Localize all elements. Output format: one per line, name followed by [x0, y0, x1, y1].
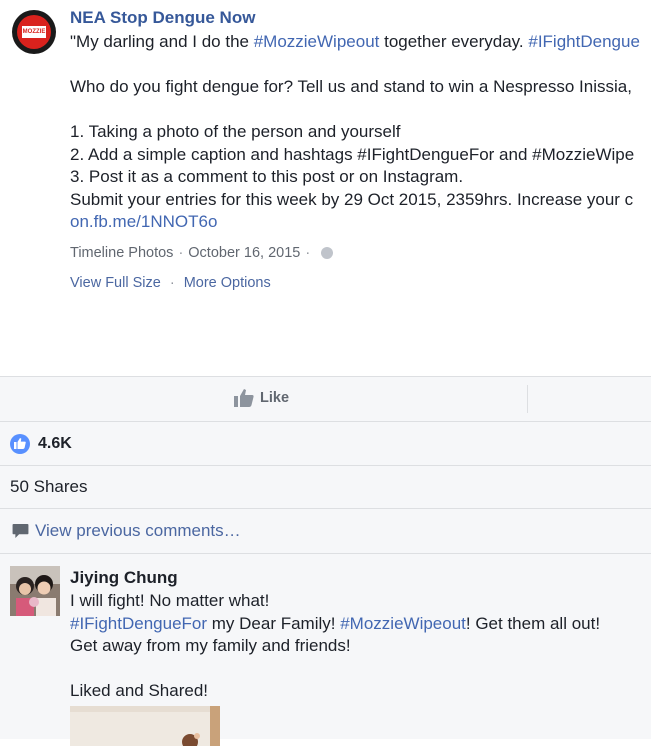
like-count: 4.6K [38, 434, 72, 452]
hashtag-ifightdenguefor[interactable]: #IFightDengueFor [70, 614, 207, 633]
post-short-link[interactable]: on.fb.me/1NNOT6o [70, 211, 651, 234]
globe-icon [321, 247, 334, 259]
post-text-segment: together everyday. [379, 32, 529, 51]
reactions-row[interactable]: 4.6K [0, 422, 651, 466]
timeline-photos-link[interactable]: Timeline Photos [70, 245, 173, 261]
view-full-size-link[interactable]: View Full Size [70, 275, 161, 291]
thumbs-up-icon [234, 389, 254, 407]
post-line-4: 2. Add a simple caption and hashtags #IF… [70, 144, 635, 164]
post-blank-line [70, 99, 651, 122]
view-previous-comments-label: View previous comments… [35, 521, 241, 540]
hashtag-ifightdengue[interactable]: #IFightDengue [528, 32, 640, 51]
comment-line-1: I will fight! No matter what! [70, 591, 270, 610]
hashtag-mozziewipeout[interactable]: #MozzieWipeout [254, 32, 380, 51]
like-button-label: Like [260, 390, 290, 406]
comment-text-segment: my Dear Family! [207, 613, 341, 633]
comment-bubble-icon [12, 524, 29, 538]
feedback-panel: Like 4.6K 50 Shares View previous commen… [0, 376, 651, 746]
comment-text: I will fight! No matter what! #IFightDen… [70, 590, 600, 703]
comment-line-3: Get away from my family and friends! [70, 636, 351, 655]
hashtag-mozziewipeout[interactable]: #MozzieWipeout [340, 614, 466, 633]
page-avatar[interactable]: MOZZIE [12, 10, 56, 54]
action-bar: Like [0, 377, 651, 422]
comment-author-link[interactable]: Jiying Chung [70, 568, 178, 588]
comment-item: Jiying Chung I will fight! No matter wha… [0, 554, 651, 746]
comment-photo[interactable] [70, 706, 220, 746]
like-reaction-icon [10, 433, 30, 454]
comment-blank-line [70, 658, 600, 681]
shares-row[interactable]: 50 Shares [0, 466, 651, 509]
post-line-2: Who do you fight dengue for? Tell us and… [70, 77, 632, 96]
shares-count: 50 Shares [10, 477, 88, 496]
photo-options: View Full Size · More Options [70, 275, 271, 291]
post-text-segment: "My darling and I do the [70, 32, 254, 51]
meta-separator: · [305, 245, 311, 261]
post-line-6: Submit your entries for this week by 29 … [70, 189, 634, 209]
commenter-avatar[interactable] [10, 566, 60, 616]
meta-separator: · [178, 245, 184, 261]
comment-text-segment: ! Get them all out! [465, 613, 601, 633]
avatar-logo-text: MOZZIE [22, 26, 46, 38]
post: MOZZIE NEA Stop Dengue Now "My darling a… [0, 0, 651, 376]
avatar-logo-ring: MOZZIE [17, 15, 51, 49]
comment-line-4: Liked and Shared! [70, 681, 208, 700]
post-blank-line [70, 54, 651, 77]
post-text: "My darling and I do the #MozzieWipeout … [70, 31, 651, 234]
comment-line-2: #IFightDengueFor my Dear Family! #Mozzie… [70, 613, 600, 636]
page-name-link[interactable]: NEA Stop Dengue Now [70, 8, 255, 28]
action-divider [527, 385, 528, 413]
view-previous-comments[interactable]: View previous comments… [0, 509, 651, 554]
post-line-5: 3. Post it as a comment to this post or … [70, 167, 464, 186]
post-line-3: 1. Taking a photo of the person and your… [70, 122, 401, 141]
post-date-link[interactable]: October 16, 2015 [188, 245, 300, 261]
post-line-1: "My darling and I do the #MozzieWipeout … [70, 31, 651, 54]
options-separator: · [169, 275, 175, 291]
more-options-link[interactable]: More Options [184, 275, 271, 291]
post-meta: Timeline Photos · October 16, 2015 · [70, 245, 334, 261]
like-button[interactable]: Like [234, 389, 289, 407]
